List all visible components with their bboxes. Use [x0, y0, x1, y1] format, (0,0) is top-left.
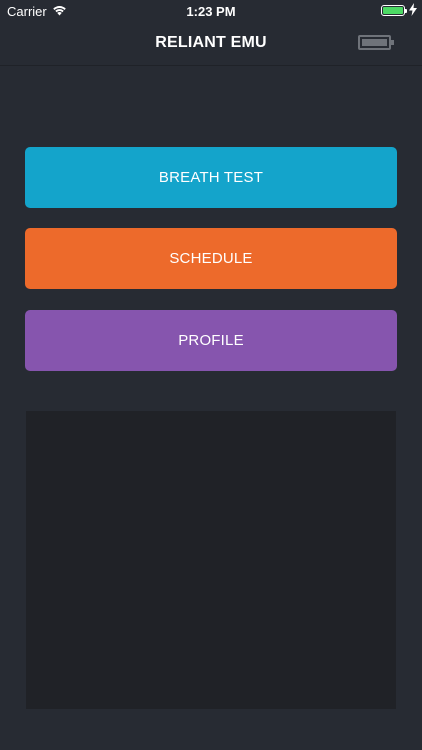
device-battery-icon[interactable]: [358, 35, 394, 50]
breath-test-label: BREATH TEST: [158, 169, 264, 186]
status-bar: Carrier 1:23 PM: [0, 0, 422, 22]
schedule-button[interactable]: SCHEDULE: [25, 228, 397, 289]
status-time: 1:23 PM: [186, 4, 236, 19]
content-panel: [26, 411, 396, 709]
charging-bolt-icon: [409, 3, 417, 16]
navigation-bar: RELIANT EMU: [0, 22, 422, 66]
breath-test-button[interactable]: BREATH TEST: [25, 147, 397, 208]
profile-button[interactable]: PROFILE: [25, 310, 397, 371]
battery-icon: [381, 5, 407, 16]
schedule-label: SCHEDULE: [169, 250, 253, 267]
profile-label: PROFILE: [178, 332, 244, 349]
